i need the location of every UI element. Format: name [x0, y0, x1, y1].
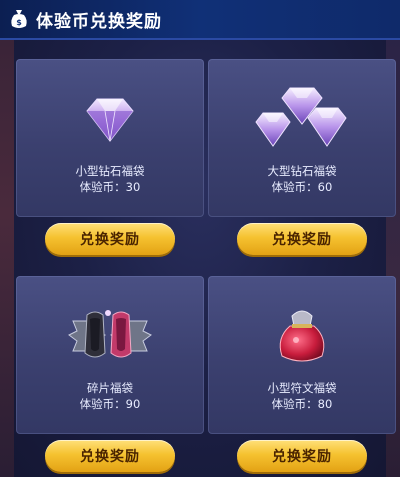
reward-name: 小型钻石福袋 [75, 164, 145, 178]
reward-card-rune: 小型符文福袋 体验币：80 [208, 276, 396, 434]
reward-price: 体验币：60 [271, 180, 333, 194]
header-bar: $ 体验币兑换奖励 [0, 0, 400, 40]
redeem-button-rune[interactable]: 兑换奖励 [237, 440, 367, 472]
small-diamond-icon [16, 69, 204, 169]
reward-price: 体验币：30 [79, 180, 141, 194]
page-title: 体验币兑换奖励 [36, 11, 162, 32]
redeem-button-small-diamond[interactable]: 兑换奖励 [45, 223, 175, 255]
reward-name: 小型符文福袋 [267, 381, 337, 395]
svg-text:$: $ [16, 18, 22, 27]
background-left-edge [0, 40, 14, 477]
reward-name: 大型钻石福袋 [267, 164, 337, 178]
coin-bag-icon: $ [8, 7, 30, 31]
reward-card-large-diamond: 大型钻石福袋 体验币：60 [208, 59, 396, 217]
reward-card-small-diamond: 小型钻石福袋 体验币：30 [16, 59, 204, 217]
fragment-bag-icon [16, 286, 204, 386]
reward-price: 体验币：80 [271, 397, 333, 411]
redeem-button-fragment[interactable]: 兑换奖励 [45, 440, 175, 472]
redeem-button-large-diamond[interactable]: 兑换奖励 [237, 223, 367, 255]
reward-card-fragment: 碎片福袋 体验币：90 [16, 276, 204, 434]
rune-bag-icon [208, 286, 396, 386]
large-diamond-cluster-icon [208, 69, 396, 169]
reward-name: 碎片福袋 [87, 381, 133, 395]
reward-price: 体验币：90 [79, 397, 141, 411]
